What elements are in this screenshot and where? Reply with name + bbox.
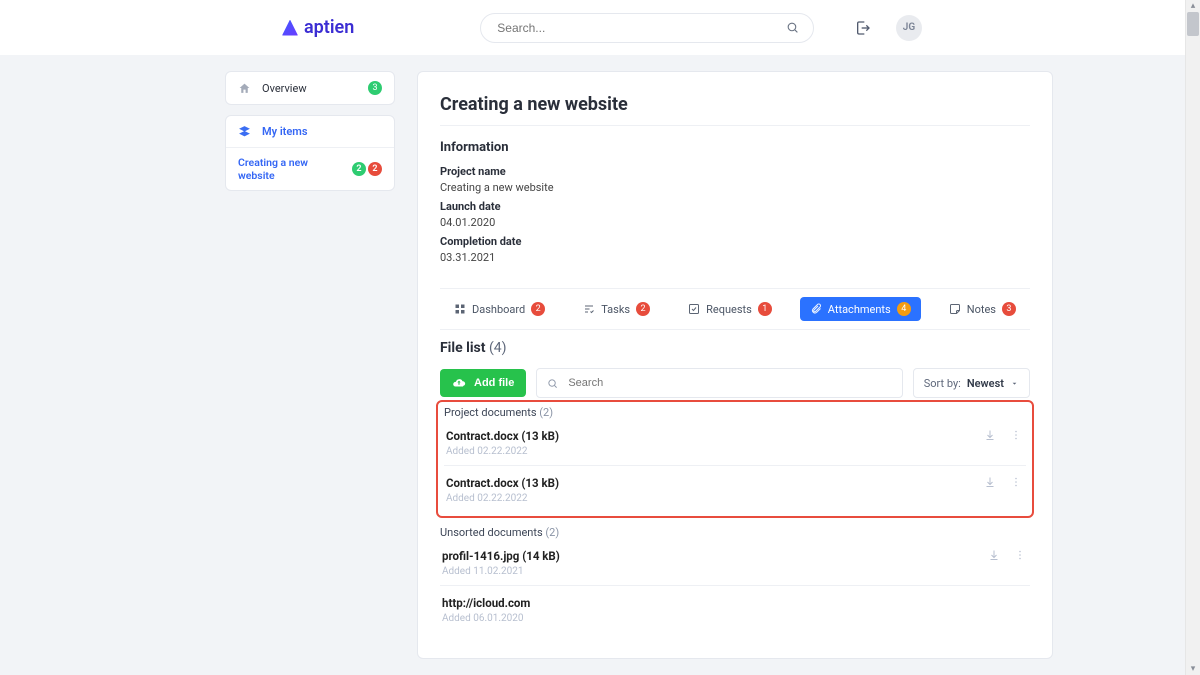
sidebar-item-label: My items bbox=[262, 125, 382, 138]
tab-badge: 2 bbox=[531, 302, 545, 316]
file-search-input[interactable] bbox=[566, 376, 891, 390]
launch-date-value: 04.01.2020 bbox=[440, 216, 1030, 229]
overview-count-badge: 3 bbox=[368, 81, 382, 95]
group-name: Project documents bbox=[444, 406, 537, 419]
stack-icon bbox=[238, 125, 252, 138]
information-heading: Information bbox=[440, 140, 1030, 155]
tab-label: Dashboard bbox=[472, 303, 525, 316]
chevron-down-icon bbox=[1010, 379, 1019, 388]
tab-strip: Dashboard 2 Tasks 2 Requests 1 bbox=[440, 288, 1030, 330]
tab-notes[interactable]: Notes 3 bbox=[939, 297, 1026, 321]
check-icon bbox=[583, 303, 595, 315]
file-row[interactable]: profil-1416.jpg (14 kB) Added 11.02.2021 bbox=[440, 539, 1030, 586]
sidebar-item-overview[interactable]: Overview 3 bbox=[226, 72, 394, 104]
file-meta: Added 02.22.2022 bbox=[446, 446, 984, 457]
filelist-count: (4) bbox=[489, 340, 507, 356]
sidebar-crumb-label: Creating a new website bbox=[238, 156, 346, 182]
more-vertical-icon[interactable] bbox=[1014, 549, 1028, 563]
annotation-highlight-box: Project documents (2) Contract.docx (13 … bbox=[440, 404, 1030, 514]
tab-label: Attachments bbox=[828, 303, 891, 316]
global-search[interactable] bbox=[480, 13, 814, 43]
cloud-upload-icon bbox=[452, 376, 466, 390]
tab-label: Notes bbox=[967, 303, 996, 316]
tab-badge: 2 bbox=[636, 302, 650, 316]
file-name: http://icloud.com bbox=[442, 596, 1028, 610]
global-search-input[interactable] bbox=[495, 20, 786, 36]
brand-text: aptien bbox=[304, 17, 354, 38]
completion-date-value: 03.31.2021 bbox=[440, 251, 1030, 264]
search-icon bbox=[547, 378, 558, 389]
download-icon[interactable] bbox=[988, 549, 1002, 563]
file-meta: Added 11.02.2021 bbox=[442, 566, 988, 577]
project-name-label: Project name bbox=[440, 165, 1030, 178]
file-name: Contract.docx (13 kB) bbox=[446, 476, 984, 490]
sidebar-overview-card: Overview 3 bbox=[225, 71, 395, 105]
sidebar-item-myitems[interactable]: My items bbox=[226, 116, 394, 148]
vertical-scrollbar[interactable]: ▴ ▾ bbox=[1185, 0, 1200, 675]
filelist-heading: File list bbox=[440, 340, 485, 356]
file-row[interactable]: Contract.docx (13 kB) Added 02.22.2022 bbox=[444, 419, 1026, 466]
avatar-initials: JG bbox=[903, 22, 915, 33]
download-icon[interactable] bbox=[984, 476, 998, 490]
main-panel: Creating a new website Information Proje… bbox=[417, 71, 1053, 659]
sort-label: Sort by: bbox=[924, 377, 961, 390]
tab-requests[interactable]: Requests 1 bbox=[678, 297, 782, 321]
scroll-up-arrow[interactable]: ▴ bbox=[1186, 0, 1200, 12]
tab-label: Tasks bbox=[601, 303, 630, 316]
user-avatar[interactable]: JG bbox=[896, 15, 922, 41]
tab-badge: 4 bbox=[897, 302, 911, 316]
add-file-button[interactable]: Add file bbox=[440, 369, 526, 397]
project-name-value: Creating a new website bbox=[440, 181, 1030, 194]
file-search[interactable] bbox=[536, 368, 902, 398]
sidebar-crumb-item[interactable]: Creating a new website 2 2 bbox=[226, 148, 394, 190]
launch-date-label: Launch date bbox=[440, 200, 1030, 213]
home-icon bbox=[238, 82, 252, 95]
file-group-header: Unsorted documents (2) bbox=[440, 526, 1030, 539]
search-icon[interactable] bbox=[786, 21, 799, 34]
completion-date-label: Completion date bbox=[440, 235, 1030, 248]
tab-badge: 1 bbox=[758, 302, 772, 316]
tab-badge: 3 bbox=[1002, 302, 1016, 316]
logout-icon[interactable] bbox=[852, 17, 874, 39]
file-row[interactable]: http://icloud.com Added 06.01.2020 bbox=[440, 586, 1030, 632]
top-bar: aptien JG bbox=[0, 0, 1200, 55]
brand-mark-icon bbox=[282, 20, 298, 36]
paperclip-icon bbox=[810, 303, 822, 315]
file-meta: Added 02.22.2022 bbox=[446, 493, 984, 504]
group-count: (2) bbox=[545, 526, 559, 539]
tab-label: Requests bbox=[706, 303, 752, 316]
scroll-thumb[interactable] bbox=[1187, 12, 1199, 36]
tab-tasks[interactable]: Tasks 2 bbox=[573, 297, 660, 321]
sticky-note-icon bbox=[949, 303, 961, 315]
file-name: Contract.docx (13 kB) bbox=[446, 429, 984, 443]
tab-attachments[interactable]: Attachments 4 bbox=[800, 297, 921, 321]
file-row[interactable]: Contract.docx (13 kB) Added 02.22.2022 bbox=[444, 466, 1026, 512]
check-square-icon bbox=[688, 303, 700, 315]
sidebar-myitems-card: My items Creating a new website 2 2 bbox=[225, 115, 395, 191]
brand-logo[interactable]: aptien bbox=[282, 17, 354, 38]
sort-value: Newest bbox=[967, 377, 1004, 390]
file-meta: Added 06.01.2020 bbox=[442, 613, 1028, 624]
more-vertical-icon[interactable] bbox=[1010, 429, 1024, 443]
crumb-green-badge: 2 bbox=[352, 162, 366, 176]
page-title: Creating a new website bbox=[440, 94, 1030, 126]
add-file-label: Add file bbox=[474, 377, 514, 389]
file-name: profil-1416.jpg (14 kB) bbox=[442, 549, 988, 563]
group-name: Unsorted documents bbox=[440, 526, 543, 539]
download-icon[interactable] bbox=[984, 429, 998, 443]
group-count: (2) bbox=[539, 406, 553, 419]
crumb-red-badge: 2 bbox=[368, 162, 382, 176]
scroll-down-arrow[interactable]: ▾ bbox=[1186, 663, 1200, 675]
sidebar-item-label: Overview bbox=[262, 82, 358, 95]
file-group-header: Project documents (2) bbox=[444, 406, 1026, 419]
grid-icon bbox=[454, 303, 466, 315]
sort-dropdown[interactable]: Sort by: Newest bbox=[913, 368, 1030, 398]
tab-dashboard[interactable]: Dashboard 2 bbox=[444, 297, 555, 321]
more-vertical-icon[interactable] bbox=[1010, 476, 1024, 490]
